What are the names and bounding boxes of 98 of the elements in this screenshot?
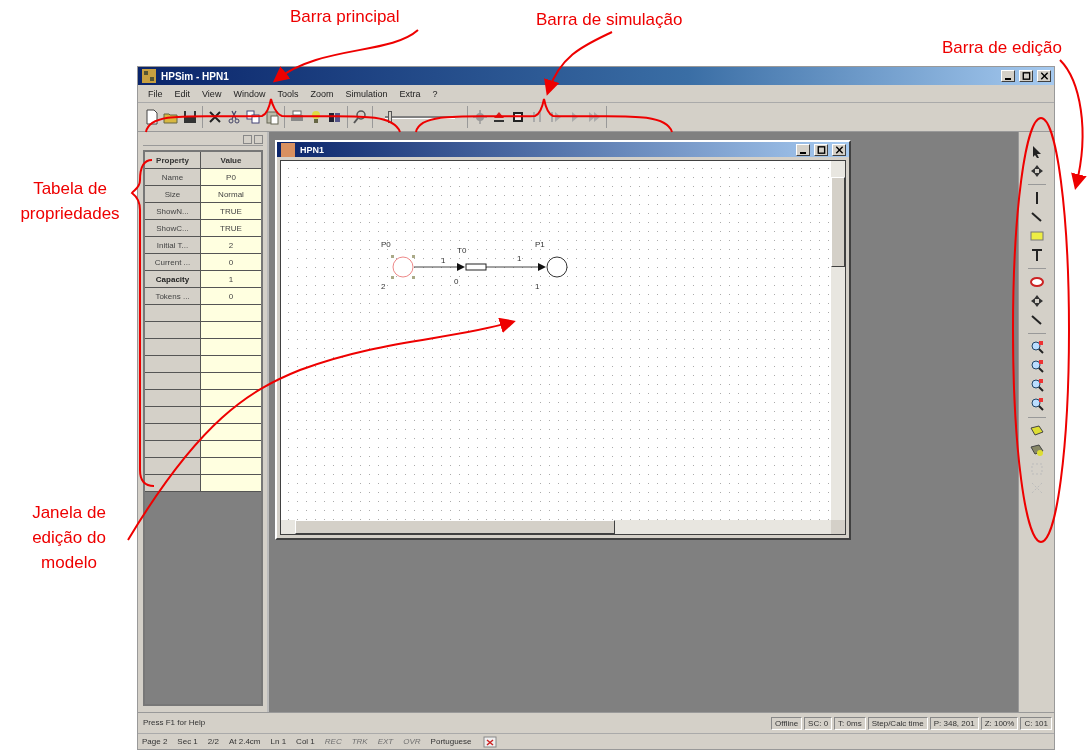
zoom-icon[interactable] [1028,339,1045,355]
status-field: REC [324,737,342,746]
place-node[interactable] [391,255,415,279]
maximize-button[interactable] [814,143,828,156]
status-field: T: 0ms [834,716,866,730]
status-field: Portuguese [430,737,472,746]
property-value[interactable]: 2 [201,237,261,253]
menu-item[interactable]: Extra [393,88,427,99]
status-field: Sec 1 [177,737,198,746]
language-check-icon [481,733,498,750]
annotation-label: Barra de simulação [536,9,683,31]
annotation-label: Barra de edição [942,37,1063,59]
slider-thumb[interactable] [388,111,393,123]
transition-value: 0 [454,277,459,286]
zoom-icon[interactable] [1028,377,1045,393]
status-field: Page 2 [142,737,168,746]
token-count: 1 [535,282,540,291]
status-field: C: 101 [1020,716,1052,730]
status-field: Ln 1 [270,737,287,746]
annotation-label: Barra principal [290,6,400,28]
horizontal-scrollbar[interactable] [281,520,831,534]
close-icon [1038,71,1050,81]
property-name: Name [145,169,201,185]
menu-item[interactable]: File [142,88,169,99]
close-icon [833,144,845,155]
status-field: 2/2 [207,737,219,746]
status-field: SC: 0 [804,716,833,730]
property-name: Initial T... [145,237,201,253]
token-count: 2 [381,282,386,291]
status-field: TRK [351,737,368,746]
property-value[interactable]: 0 [201,288,261,304]
property-value[interactable]: 1 [201,271,261,287]
status-field: Z: 100% [980,716,1019,730]
status-field: Offline [771,716,803,730]
stop-icon[interactable] [510,109,526,125]
speed-slider[interactable] [385,109,455,125]
app-icon [280,141,296,158]
property-name: Capacity [145,271,201,287]
menu-item[interactable]: Window [227,88,272,99]
property-value[interactable]: TRUE [201,203,261,219]
zoom-icon[interactable] [1028,358,1045,374]
menu-item[interactable]: ? [426,88,444,99]
ellipse-icon[interactable] [1028,274,1045,290]
annotation-label: Tabela de propriedades [19,178,121,225]
copy-icon[interactable] [245,109,261,125]
magnifier-icon[interactable] [352,109,368,125]
column-header: Property [145,152,201,168]
menu-item[interactable]: View [196,88,228,99]
zoom-icon[interactable] [1028,396,1045,412]
fast-forward-icon[interactable] [586,109,602,125]
column-header: Value [201,152,261,168]
minimize-button[interactable] [1001,70,1015,82]
maximize-button[interactable] [1019,70,1033,82]
place-label: P1 [535,240,545,249]
property-value[interactable]: 0 [201,254,261,270]
delete-icon[interactable] [207,109,223,125]
place-label: P0 [381,240,391,249]
status-field: At 2.4cm [228,737,261,746]
cut-icon[interactable] [226,109,242,125]
layers-icon[interactable] [1028,442,1045,458]
arc-arrow[interactable] [485,263,546,271]
property-value[interactable]: TRUE [201,220,261,236]
minimize-button[interactable] [796,143,810,156]
property-name: ShowN... [145,203,201,219]
new-file-icon[interactable] [144,109,160,125]
menu-item[interactable]: Simulation [339,88,394,99]
annotation-label: Janela de edição do modelo [31,502,107,574]
property-name: ShowC... [145,220,201,236]
property-name: Size [145,186,201,202]
arc-arrow[interactable] [413,263,465,271]
place-node[interactable] [546,256,568,278]
vertical-scrollbar[interactable] [831,161,845,520]
property-name: Current ... [145,254,201,270]
status-message: Press F1 for Help [142,716,207,729]
property-value[interactable]: P0 [201,169,261,185]
status-field: Col 1 [296,737,315,746]
transition-node[interactable] [465,263,487,271]
minimize-icon [1005,78,1011,80]
maximize-icon [1020,71,1032,81]
menu-item[interactable]: Tools [271,88,305,99]
status-field: P: 348, 201 [929,716,979,730]
menu-item[interactable]: Edit [168,88,197,99]
minimize-icon [800,151,806,154]
maximize-icon [815,144,827,155]
window-title: HPSim - HPN1 [161,70,230,82]
window-title: HPN1 [300,144,325,155]
menu-item[interactable]: Zoom [304,88,340,99]
annotation-arrow [544,31,613,96]
arc-weight: 1 [441,256,446,265]
status-field: OVR [403,737,421,746]
arc-weight: 1 [517,254,522,263]
app-icon [141,68,157,84]
status-field: Step/Calc time [867,716,928,730]
property-value[interactable]: Normal [201,186,261,202]
transition-label: T0 [457,246,467,255]
paste-icon[interactable] [264,109,280,125]
status-field: EXT [377,737,394,746]
property-name: Tokens ... [145,288,201,304]
